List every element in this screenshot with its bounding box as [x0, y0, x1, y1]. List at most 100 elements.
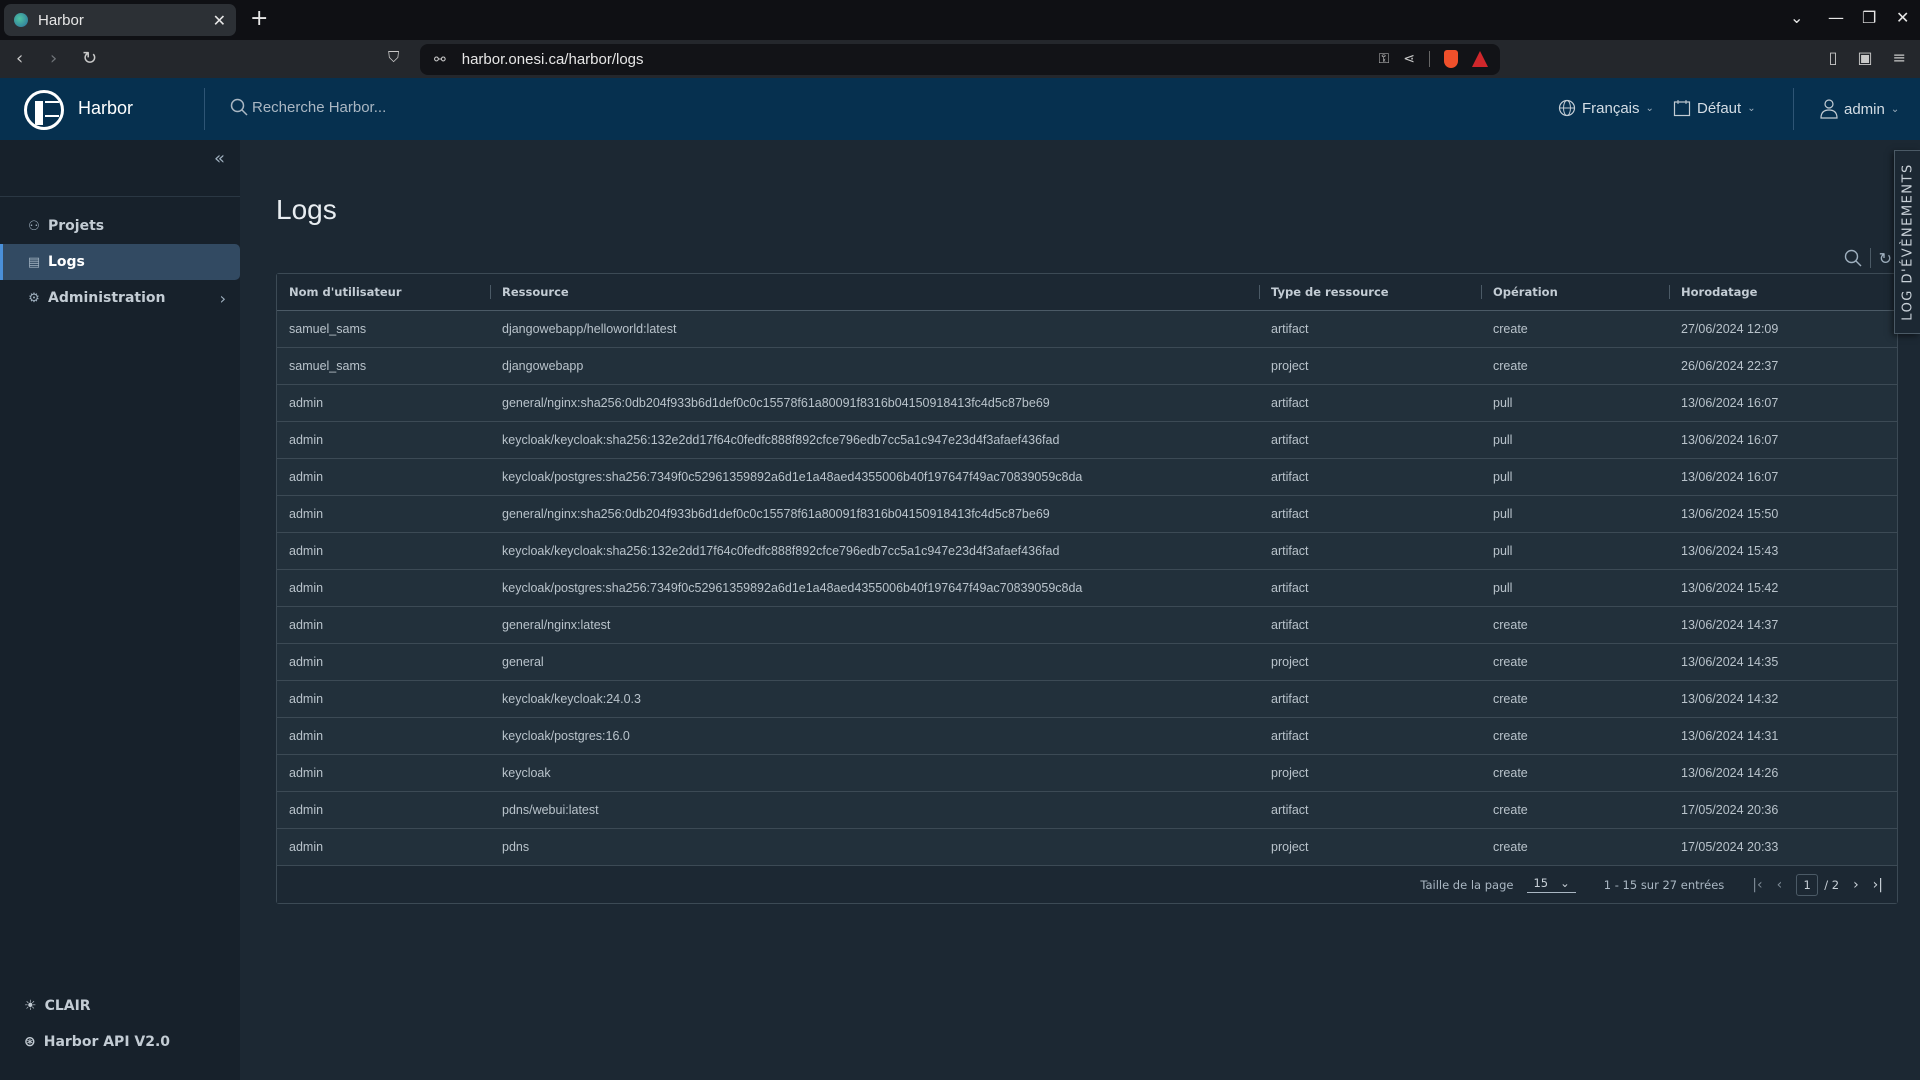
calendar-icon	[1673, 100, 1691, 117]
collapse-sidebar-icon[interactable]: «	[214, 148, 225, 169]
table-row[interactable]: admin keycloak/postgres:sha256:7349f0c529…	[277, 459, 1897, 496]
cell-resource: general	[502, 655, 544, 669]
cell-resource: general/nginx:sha256:0db204f933b6d1def0c…	[502, 396, 1050, 410]
cell-timestamp: 13/06/2024 14:26	[1681, 766, 1779, 780]
table-footer: Taille de la page 15 ⌄ 1 - 15 sur 27 ent…	[277, 866, 1897, 903]
previous-page-icon[interactable]: ‹	[1777, 877, 1783, 893]
forward-icon[interactable]: ›	[50, 48, 57, 69]
refresh-icon[interactable]: ↻	[1879, 249, 1892, 268]
table-row[interactable]: admin keycloak/keycloak:sha256:132e2dd17f…	[277, 533, 1897, 570]
share-icon[interactable]: ⋖	[1403, 51, 1415, 67]
page-size-value: 15	[1533, 876, 1549, 890]
table-row[interactable]: samuel_sams djangowebapp project create 26/0…	[277, 348, 1897, 385]
cell-resource: pdns	[502, 840, 530, 854]
table-row[interactable]: admin keycloak/postgres:16.0 artifact creat…	[277, 718, 1897, 755]
search-input[interactable]: Recherche Harbor...	[252, 99, 386, 116]
bookmark-icon[interactable]: ⛉	[388, 48, 399, 66]
cell-operation: create	[1493, 803, 1528, 817]
sidebar-toggle-icon[interactable]: ▯	[1829, 48, 1838, 67]
sidebar-item-label: Projets	[48, 218, 105, 234]
site-settings-icon[interactable]: ⚯	[434, 52, 446, 68]
cell-timestamp: 13/06/2024 14:37	[1681, 618, 1779, 632]
page-size-label: Taille de la page	[1420, 877, 1514, 892]
cell-username: admin	[289, 803, 324, 817]
cell-timestamp: 13/06/2024 16:07	[1681, 470, 1779, 484]
column-header-timestamp[interactable]: Horodatage	[1669, 285, 1897, 299]
column-header-resource-type[interactable]: Type de ressource	[1259, 285, 1481, 299]
cell-resource-type: artifact	[1271, 544, 1309, 558]
new-tab-button[interactable]: +	[250, 6, 268, 31]
sidebar-item-projets[interactable]: ⚇ Projets	[0, 208, 240, 244]
api-globe-icon: ⊛	[24, 1034, 36, 1050]
theme-dropdown[interactable]: Défaut ⌄	[1673, 99, 1756, 117]
close-tab-icon[interactable]: ✕	[213, 11, 226, 30]
column-header-resource[interactable]: Ressource	[490, 285, 1259, 299]
cell-resource: keycloak/postgres:sha256:7349f0c52961359…	[502, 581, 1083, 595]
range-text: 1 - 15 sur 27 entrées	[1603, 877, 1725, 892]
table-row[interactable]: admin pdns project create 17/05/2024 20:33	[277, 829, 1897, 866]
table-row[interactable]: admin keycloak/postgres:sha256:7349f0c529…	[277, 570, 1897, 607]
url-text[interactable]: harbor.onesi.ca/harbor/logs	[462, 51, 644, 68]
browser-menu-icon[interactable]: ≡	[1893, 48, 1906, 67]
table-row[interactable]: admin general project create 13/06/2024 14:3…	[277, 644, 1897, 681]
reload-icon[interactable]: ↻	[82, 48, 97, 69]
brave-rewards-icon[interactable]	[1472, 51, 1488, 67]
search-icon[interactable]	[1844, 249, 1862, 267]
table-row[interactable]: admin keycloak project create 13/06/2024 14:…	[277, 755, 1897, 792]
cell-resource-type: project	[1271, 655, 1309, 669]
current-page-input[interactable]: 1	[1796, 873, 1819, 896]
next-page-icon[interactable]: ›	[1853, 877, 1859, 893]
browser-tab[interactable]: Harbor ✕	[4, 4, 236, 36]
wallet-icon[interactable]: ▣	[1857, 48, 1872, 67]
column-header-operation[interactable]: Opération	[1481, 285, 1669, 299]
cell-timestamp: 13/06/2024 15:43	[1681, 544, 1779, 558]
cell-username: admin	[289, 433, 324, 447]
brave-shields-icon[interactable]	[1444, 50, 1458, 68]
cell-username: admin	[289, 766, 324, 780]
harbor-logo-icon[interactable]	[24, 90, 64, 130]
table-row[interactable]: samuel_sams djangowebapp/helloworld:lates…	[277, 311, 1897, 348]
table-row[interactable]: admin keycloak/keycloak:24.0.3 artifact cre…	[277, 681, 1897, 718]
brand-name[interactable]: Harbor	[78, 98, 133, 119]
harbor-api-link[interactable]: ⊛ Harbor API V2.0	[24, 1034, 170, 1050]
user-menu[interactable]: admin ⌄	[1820, 99, 1899, 119]
last-page-icon[interactable]: ›|	[1873, 877, 1883, 893]
back-icon[interactable]: ‹	[16, 48, 23, 69]
cell-operation: pull	[1493, 581, 1513, 595]
restore-icon[interactable]: ❐	[1862, 8, 1876, 27]
language-dropdown[interactable]: Français ⌄	[1558, 99, 1654, 117]
cell-resource: keycloak/keycloak:sha256:132e2dd17f64c0f…	[502, 433, 1060, 447]
logs-table: Nom d'utilisateur Ressource Type de ress…	[276, 273, 1898, 904]
cell-resource: general/nginx:sha256:0db204f933b6d1def0c…	[502, 507, 1050, 521]
global-search[interactable]: Recherche Harbor...	[230, 98, 386, 116]
sidebar-divider	[0, 196, 240, 197]
tab-list-dropdown-icon[interactable]: ⌄	[1790, 8, 1803, 27]
cell-timestamp: 13/06/2024 14:32	[1681, 692, 1779, 706]
cell-timestamp: 13/06/2024 16:07	[1681, 433, 1779, 447]
cell-resource-type: artifact	[1271, 433, 1309, 447]
cell-resource-type: artifact	[1271, 322, 1309, 336]
column-header-username[interactable]: Nom d'utilisateur	[277, 285, 490, 299]
event-log-panel-tab[interactable]: LOG D'ÉVÈNEMENTS	[1894, 150, 1920, 334]
cell-resource-type: project	[1271, 766, 1309, 780]
table-row[interactable]: admin keycloak/keycloak:sha256:132e2dd17f…	[277, 422, 1897, 459]
cell-username: samuel_sams	[289, 322, 367, 336]
close-window-icon[interactable]: ✕	[1896, 8, 1909, 27]
minimize-icon[interactable]: —	[1828, 8, 1844, 27]
cell-timestamp: 13/06/2024 14:31	[1681, 729, 1779, 743]
cell-operation: create	[1493, 655, 1528, 669]
table-row[interactable]: admin general/nginx:sha256:0db204f933b6d1…	[277, 385, 1897, 422]
table-row[interactable]: admin pdns/webui:latest artifact create 17/0…	[277, 792, 1897, 829]
table-row[interactable]: admin general/nginx:latest artifact create 1…	[277, 607, 1897, 644]
page-size-select[interactable]: 15 ⌄	[1527, 876, 1576, 893]
theme-toggle-clair[interactable]: ☀ CLAIR	[24, 998, 91, 1014]
cell-resource: pdns/webui:latest	[502, 803, 599, 817]
table-row[interactable]: admin general/nginx:sha256:0db204f933b6d1…	[277, 496, 1897, 533]
first-page-icon[interactable]: |‹	[1752, 877, 1762, 893]
sidebar-item-logs[interactable]: ▤ Logs	[0, 244, 240, 280]
address-bar[interactable]: ⚯ harbor.onesi.ca/harbor/logs ⚿ ⋖	[420, 44, 1500, 75]
theme-label: Défaut	[1697, 99, 1742, 117]
sidebar-item-administration[interactable]: ⚙ Administration ›	[0, 280, 240, 316]
password-key-icon[interactable]: ⚿	[1379, 51, 1390, 67]
cell-operation: pull	[1493, 470, 1513, 484]
